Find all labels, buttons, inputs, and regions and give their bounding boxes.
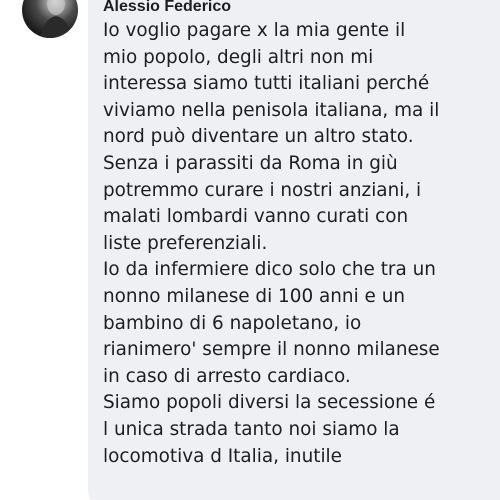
comment-line: Io voglio pagare x la mia gente il — [103, 20, 406, 41]
comment-line: interessa siamo tutti italiani perché — [103, 73, 430, 95]
comment-line: locomotiva d Italia, inutile — [103, 445, 342, 467]
comment-line: in caso di arresto cardiaco. — [103, 365, 351, 387]
comment-line: mio popolo, degli altri non mi — [103, 46, 374, 68]
avatar[interactable] — [22, 0, 78, 38]
comment-line: viviamo nella penisola italiana, ma il — [103, 99, 440, 121]
comment-line: potremmo curare i nostri anziani, i — [103, 179, 422, 201]
comment-body: Io voglio pagare x la mia gente il mio p… — [103, 18, 488, 470]
comment-line: Senza i parassiti da Roma in giù — [103, 152, 398, 174]
comment-line: nord può diventare un altro stato. — [103, 126, 414, 148]
comment-author-name[interactable]: Alessio Federico — [103, 0, 231, 16]
comment-line: Io da infermiere dico solo che tra un — [103, 259, 436, 281]
comment-line: rianimero' sempre il nonno milanese — [103, 339, 440, 361]
comment-line: l unica strada tanto noi siamo la — [103, 418, 400, 440]
comment-screenshot: Alessio Federico Io voglio pagare x la m… — [0, 0, 500, 500]
comment-line: malati lombardi vanno curati con — [103, 206, 409, 228]
comment-line: bambino di 6 napoletano, io — [103, 312, 362, 334]
comment-line: liste preferenziali. — [103, 232, 268, 254]
comment-line: Siamo popoli diversi la secessione é — [103, 392, 436, 414]
comment-line: nonno milanese di 100 anni e un — [103, 285, 406, 307]
user-avatar-icon — [40, 0, 72, 38]
